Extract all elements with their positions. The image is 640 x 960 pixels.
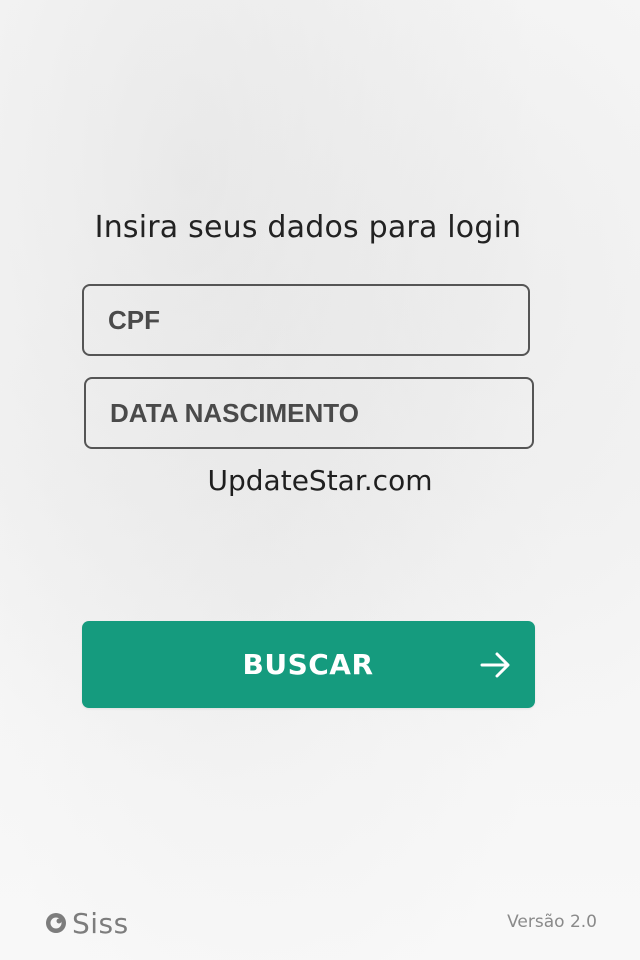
arrow-right-icon <box>480 652 510 678</box>
birthdate-input[interactable] <box>84 377 534 449</box>
watermark-text: UpdateStar.com <box>207 464 433 497</box>
logo-icon <box>46 913 66 933</box>
search-button-label: BUSCAR <box>242 648 374 681</box>
version-text: Versão 2.0 <box>507 912 597 932</box>
search-button[interactable]: BUSCAR <box>82 621 535 708</box>
siss-logo: Siss <box>44 906 129 940</box>
login-title: Insira seus dados para login <box>94 210 522 245</box>
logo-text: Siss <box>72 906 129 940</box>
cpf-input[interactable] <box>82 284 530 356</box>
